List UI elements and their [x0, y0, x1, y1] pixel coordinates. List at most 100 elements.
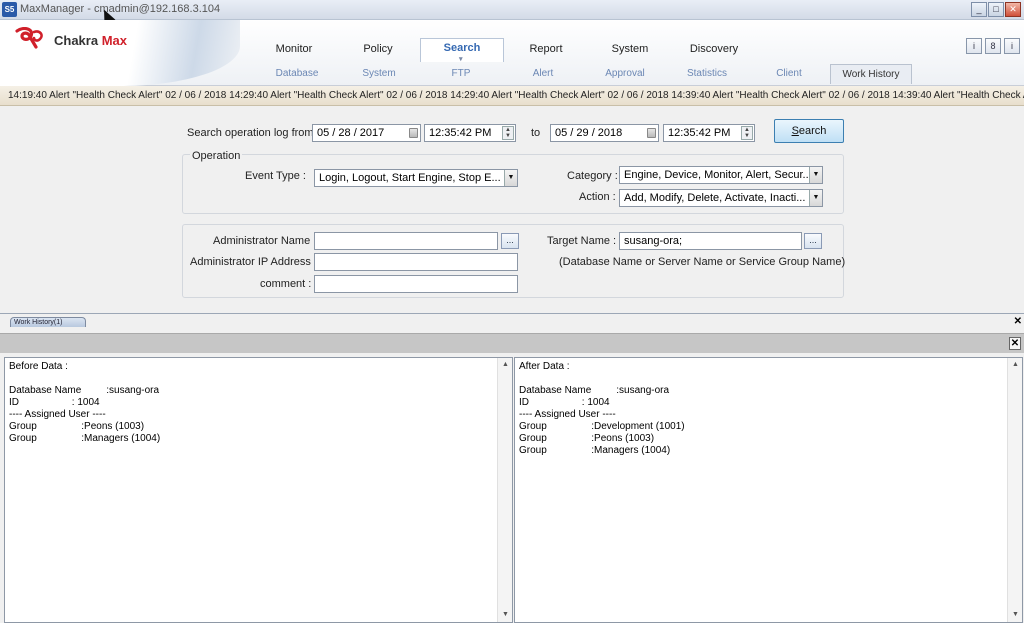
- from-date-field[interactable]: 05 / 28 / 2017: [312, 124, 421, 142]
- search-from-label: Search operation log from: [187, 127, 314, 139]
- after-data-line: Group :Managers (1004): [519, 445, 671, 456]
- before-data-line: Database Name :susang-ora: [9, 385, 160, 396]
- close-icon[interactable]: ✕: [1014, 317, 1022, 327]
- close-window-button[interactable]: ✕: [1005, 2, 1021, 17]
- nav-tab-search[interactable]: Search: [420, 38, 504, 69]
- comment-input[interactable]: [314, 275, 518, 293]
- tab-work-history-result[interactable]: Work History(1): [10, 317, 86, 327]
- scroll-up-icon[interactable]: ▲: [498, 358, 512, 372]
- nav-tab-discovery[interactable]: Discovery: [672, 38, 756, 60]
- alert-ticker: 14:19:40 Alert "Health Check Alert" 02 /…: [0, 86, 1024, 106]
- chevron-down-icon[interactable]: ▼: [504, 170, 517, 186]
- after-data-line: ID : 1004: [519, 397, 610, 408]
- scroll-up-icon[interactable]: ▲: [1008, 358, 1022, 372]
- before-scrollbar[interactable]: ▲ ▼: [497, 358, 512, 622]
- subnav-approval[interactable]: Approval: [584, 64, 666, 84]
- after-data-line: Database Name :susang-ora: [519, 385, 670, 396]
- after-data-title: After Data :: [519, 361, 570, 372]
- calendar-icon[interactable]: [409, 128, 418, 138]
- before-data-title: Before Data :: [9, 361, 68, 372]
- admin-name-browse-button[interactable]: ...: [501, 233, 519, 249]
- action-label: Action :: [579, 191, 616, 203]
- after-data-pane[interactable]: After Data : Database Name :susang-ora I…: [514, 357, 1023, 623]
- before-data-line: ---- Assigned User ----: [9, 409, 106, 420]
- header-tools: i 8 i: [966, 38, 1020, 54]
- detail-header-band: ✕: [0, 333, 1024, 353]
- search-to-label: to: [531, 127, 541, 139]
- time-spinner-icon[interactable]: ▲ ▼: [741, 126, 753, 140]
- event-type-dropdown[interactable]: Login, Logout, Start Engine, Stop E... ▼: [314, 169, 518, 187]
- from-time-value: 12:35:42 PM: [429, 127, 492, 139]
- before-data-line: Group :Peons (1003): [9, 421, 145, 432]
- logo-brand-accent: Max: [101, 33, 127, 48]
- search-button[interactable]: Search: [774, 119, 844, 143]
- search-button-mnemonic: S: [791, 125, 799, 137]
- after-data-line: ---- Assigned User ----: [519, 409, 616, 420]
- category-label: Category :: [567, 170, 618, 182]
- admin-name-input[interactable]: [314, 232, 498, 250]
- scroll-down-icon[interactable]: ▼: [498, 608, 512, 622]
- target-name-label: Target Name :: [547, 235, 617, 247]
- close-detail-button[interactable]: ✕: [1009, 337, 1021, 350]
- nav-tab-report[interactable]: Report: [504, 38, 588, 60]
- admin-ip-label: Administrator IP Address :: [190, 256, 317, 268]
- to-date-value: 05 / 29 / 2018: [555, 127, 623, 139]
- chakra-logo-icon: [15, 27, 43, 49]
- before-data-line: ID : 1004: [9, 397, 100, 408]
- logo-brand: Chakra: [54, 33, 99, 48]
- scroll-down-icon[interactable]: ▼: [1008, 608, 1022, 622]
- after-data-line: Group :Peons (1003): [519, 433, 655, 444]
- subnav-work-history[interactable]: Work History: [830, 64, 912, 84]
- search-button-label: earch: [798, 125, 827, 137]
- admin-ip-input[interactable]: [314, 253, 518, 271]
- sub-nav: Database System FTP Alert Approval Stati…: [256, 64, 912, 84]
- user-icon[interactable]: 8: [985, 38, 1001, 54]
- to-date-field[interactable]: 05 / 29 / 2018: [550, 124, 659, 142]
- window-titlebar[interactable]: S5 MaxManager - cmadmin@192.168.3.104 _ …: [0, 0, 1024, 25]
- category-dropdown[interactable]: Engine, Device, Monitor, Alert, Secur...…: [619, 166, 823, 184]
- subnav-system[interactable]: System: [338, 64, 420, 84]
- minimize-button[interactable]: _: [971, 2, 987, 17]
- nav-tab-policy[interactable]: Policy: [336, 38, 420, 60]
- from-time-field[interactable]: 12:35:42 PM ▲ ▼: [424, 124, 516, 142]
- window-title: MaxManager - cmadmin@192.168.3.104: [20, 3, 221, 15]
- to-time-value: 12:35:42 PM: [668, 127, 731, 139]
- chevron-down-icon[interactable]: ▼: [809, 167, 822, 183]
- time-spinner-icon[interactable]: ▲ ▼: [502, 126, 514, 140]
- app-header: Chakra Max Monitor Policy Search Report …: [0, 20, 1024, 86]
- to-time-field[interactable]: 12:35:42 PM ▲ ▼: [663, 124, 755, 142]
- after-data-line: Group :Development (1001): [519, 421, 685, 432]
- operation-legend: Operation: [190, 150, 243, 162]
- window-controls: _ □ ✕: [971, 2, 1021, 17]
- help-icon[interactable]: i: [1004, 38, 1020, 54]
- nav-tab-monitor[interactable]: Monitor: [252, 38, 336, 60]
- action-value: Add, Modify, Delete, Activate, Inacti...: [624, 192, 806, 204]
- main-nav: Monitor Policy Search Report System Disc…: [252, 38, 756, 69]
- target-name-hint: (Database Name or Server Name or Service…: [559, 256, 846, 268]
- search-form: Search operation log from 05 / 28 / 2017…: [0, 107, 1024, 319]
- subnav-statistics[interactable]: Statistics: [666, 64, 748, 84]
- chevron-down-icon[interactable]: ▼: [809, 190, 822, 206]
- admin-name-label: Administrator Name :: [213, 235, 317, 247]
- from-date-value: 05 / 28 / 2017: [317, 127, 385, 139]
- subnav-alert[interactable]: Alert: [502, 64, 584, 84]
- subnav-database[interactable]: Database: [256, 64, 338, 84]
- event-type-label: Event Type :: [245, 170, 306, 182]
- target-name-input[interactable]: susang-ora;: [619, 232, 802, 250]
- nav-tab-system[interactable]: System: [588, 38, 672, 60]
- calendar-icon[interactable]: [647, 128, 656, 138]
- category-value: Engine, Device, Monitor, Alert, Secur...: [624, 169, 812, 181]
- app-logo-text: Chakra Max: [54, 33, 127, 48]
- event-type-value: Login, Logout, Start Engine, Stop E...: [319, 172, 501, 184]
- result-tab-strip: Work History(1) ✕: [0, 313, 1024, 327]
- app-icon: S5: [2, 2, 17, 17]
- action-dropdown[interactable]: Add, Modify, Delete, Activate, Inacti...…: [619, 189, 823, 207]
- subnav-ftp[interactable]: FTP: [420, 64, 502, 84]
- subnav-client[interactable]: Client: [748, 64, 830, 84]
- maximize-button[interactable]: □: [988, 2, 1004, 17]
- before-data-pane[interactable]: Before Data : Database Name :susang-ora …: [4, 357, 513, 623]
- info-icon[interactable]: i: [966, 38, 982, 54]
- after-scrollbar[interactable]: ▲ ▼: [1007, 358, 1022, 622]
- comment-label: comment :: [260, 278, 312, 290]
- target-name-browse-button[interactable]: ...: [804, 233, 822, 249]
